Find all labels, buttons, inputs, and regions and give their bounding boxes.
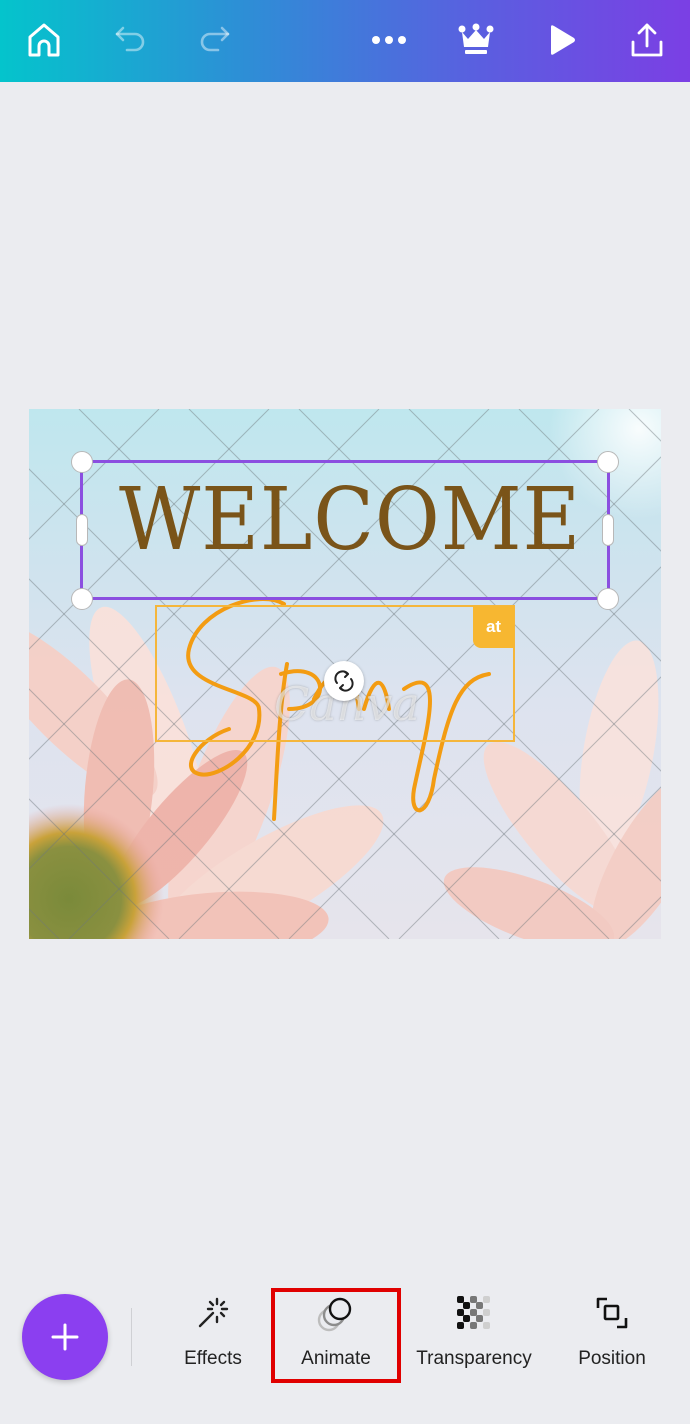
bottom-toolbar: Effects Animate Transparency Position	[0, 1280, 690, 1424]
tool-label: Position	[578, 1348, 646, 1369]
at-badge: at	[473, 606, 514, 648]
resize-handle-top-right[interactable]	[597, 451, 619, 473]
resize-handle-bottom-right[interactable]	[597, 588, 619, 610]
premium-button[interactable]	[452, 18, 500, 62]
plus-icon	[51, 1323, 79, 1351]
tool-label: Effects	[184, 1348, 242, 1369]
home-icon	[28, 23, 60, 57]
animate-highlight-box	[271, 1288, 401, 1383]
resize-handle-top-left[interactable]	[71, 451, 93, 473]
top-toolbar	[0, 0, 690, 82]
rotate-icon	[334, 670, 354, 692]
undo-icon	[115, 26, 145, 52]
selection-box[interactable]	[80, 460, 610, 600]
add-element-button[interactable]	[22, 1294, 108, 1380]
tool-label: Transparency	[416, 1348, 532, 1369]
home-button[interactable]	[20, 18, 68, 62]
transparency-icon	[457, 1296, 490, 1329]
play-icon	[551, 25, 575, 55]
share-icon	[631, 23, 663, 57]
resize-handle-right[interactable]	[602, 514, 614, 546]
share-button[interactable]	[623, 18, 671, 62]
resize-handle-left[interactable]	[76, 514, 88, 546]
present-button[interactable]	[538, 18, 586, 62]
redo-button[interactable]	[190, 18, 238, 62]
tool-position[interactable]: Position	[566, 1290, 658, 1380]
tool-effects[interactable]: Effects	[170, 1290, 256, 1380]
magic-wand-icon	[198, 1297, 229, 1328]
redo-icon	[200, 26, 230, 52]
position-icon	[596, 1297, 628, 1329]
crown-icon	[458, 23, 494, 54]
toolbar-divider	[131, 1308, 132, 1366]
more-icon	[372, 36, 406, 44]
rotate-button[interactable]	[324, 661, 364, 701]
more-options-button[interactable]	[365, 18, 413, 62]
tool-transparency[interactable]: Transparency	[412, 1290, 536, 1380]
resize-handle-bottom-left[interactable]	[71, 588, 93, 610]
undo-button[interactable]	[107, 18, 155, 62]
